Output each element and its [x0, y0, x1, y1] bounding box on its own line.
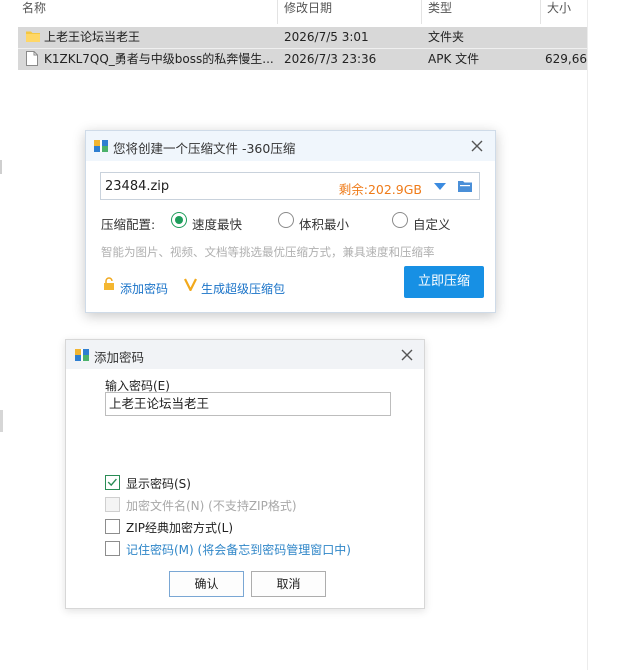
super-zip-icon[interactable]: [184, 278, 197, 291]
add-password-link[interactable]: 添加密码: [120, 280, 168, 297]
add-password-title: 添加密码: [94, 350, 145, 365]
radio-fastest[interactable]: [171, 212, 187, 228]
super-package-link[interactable]: 生成超级压缩包: [201, 280, 285, 297]
column-header-type[interactable]: 类型: [424, 0, 452, 20]
compress-now-button[interactable]: 立即压缩: [404, 266, 484, 298]
radio-smallest-label[interactable]: 体积最小: [299, 214, 349, 233]
ok-button[interactable]: 确认: [169, 571, 244, 597]
compress-dialog-title: 您将创建一个压缩文件 -360压缩: [113, 141, 296, 156]
file-name: 上老王论坛当老王: [44, 30, 141, 44]
file-name: K1ZKL7QQ_勇者与中级boss的私奔慢生...: [44, 52, 274, 66]
compress-config-label: 压缩配置:: [101, 217, 156, 232]
file-icon: [26, 51, 38, 66]
file-row-apk[interactable]: K1ZKL7QQ_勇者与中级boss的私奔慢生... 2026/7/3 23:3…: [18, 49, 588, 70]
app-360-zip-icon: [75, 349, 89, 361]
chevron-down-icon[interactable]: [434, 183, 446, 191]
radio-fastest-label[interactable]: 速度最快: [192, 214, 242, 233]
browse-folder-icon[interactable]: [458, 180, 472, 192]
column-separator[interactable]: [277, 0, 278, 24]
compress-hint: 智能为图片、视频、文档等挑选最优压缩方式，兼具速度和压缩率: [101, 245, 435, 259]
scroll-edge-divider: [587, 0, 588, 670]
remember-password-label[interactable]: 记住密码(M) (将会备忘到密码管理窗口中): [126, 541, 351, 558]
archive-name-value[interactable]: 23484.zip: [105, 179, 169, 194]
encrypt-filenames-checkbox: [105, 497, 120, 512]
add-password-titlebar[interactable]: 添加密码: [66, 340, 424, 369]
close-icon[interactable]: [469, 138, 485, 154]
compress-dialog-titlebar[interactable]: 您将创建一个压缩文件 -360压缩: [86, 131, 495, 161]
zip-classic-checkbox[interactable]: [105, 519, 120, 534]
pane-edge-mark: [0, 410, 3, 432]
pane-edge-mark: [0, 160, 2, 174]
file-size: 629,66: [545, 52, 587, 66]
lock-icon[interactable]: [102, 277, 116, 291]
column-separator[interactable]: [421, 0, 422, 24]
file-type: 文件夹: [428, 30, 465, 44]
column-header-date[interactable]: 修改日期: [280, 0, 332, 20]
cancel-button[interactable]: 取消: [251, 571, 326, 597]
column-header-name[interactable]: 名称: [18, 0, 46, 20]
column-header-size[interactable]: 大小: [543, 0, 571, 20]
radio-smallest[interactable]: [278, 212, 294, 228]
checkmark-icon: [107, 478, 117, 487]
file-date: 2026/7/5 3:01: [284, 30, 369, 44]
compress-dialog: 您将创建一个压缩文件 -360压缩 23484.zip 剩余:202.9GB 压…: [85, 130, 496, 313]
file-date: 2026/7/3 23:36: [284, 52, 377, 66]
folder-icon: [26, 31, 40, 42]
file-type: APK 文件: [428, 52, 480, 66]
zip-classic-label[interactable]: ZIP经典加密方式(L): [126, 519, 233, 536]
remember-password-checkbox[interactable]: [105, 541, 120, 556]
radio-custom[interactable]: [392, 212, 408, 228]
column-separator[interactable]: [540, 0, 541, 24]
encrypt-filenames-label: 加密文件名(N) (不支持ZIP格式): [126, 499, 297, 513]
add-password-dialog: 添加密码 输入密码(E) 上老王论坛当老王 显示密码(S) 加密文件名(N) (…: [65, 339, 425, 609]
close-icon[interactable]: [399, 347, 415, 363]
file-row-folder[interactable]: 上老王论坛当老王 2026/7/5 3:01 文件夹: [18, 27, 588, 48]
show-password-checkbox[interactable]: [105, 475, 120, 490]
radio-custom-label[interactable]: 自定义: [413, 214, 451, 233]
show-password-label[interactable]: 显示密码(S): [126, 475, 191, 492]
archive-name-field[interactable]: 23484.zip 剩余:202.9GB: [100, 172, 480, 200]
password-input[interactable]: 上老王论坛当老王: [105, 392, 391, 416]
app-360-zip-icon: [94, 140, 108, 152]
free-space-label: 剩余:202.9GB: [338, 182, 422, 197]
